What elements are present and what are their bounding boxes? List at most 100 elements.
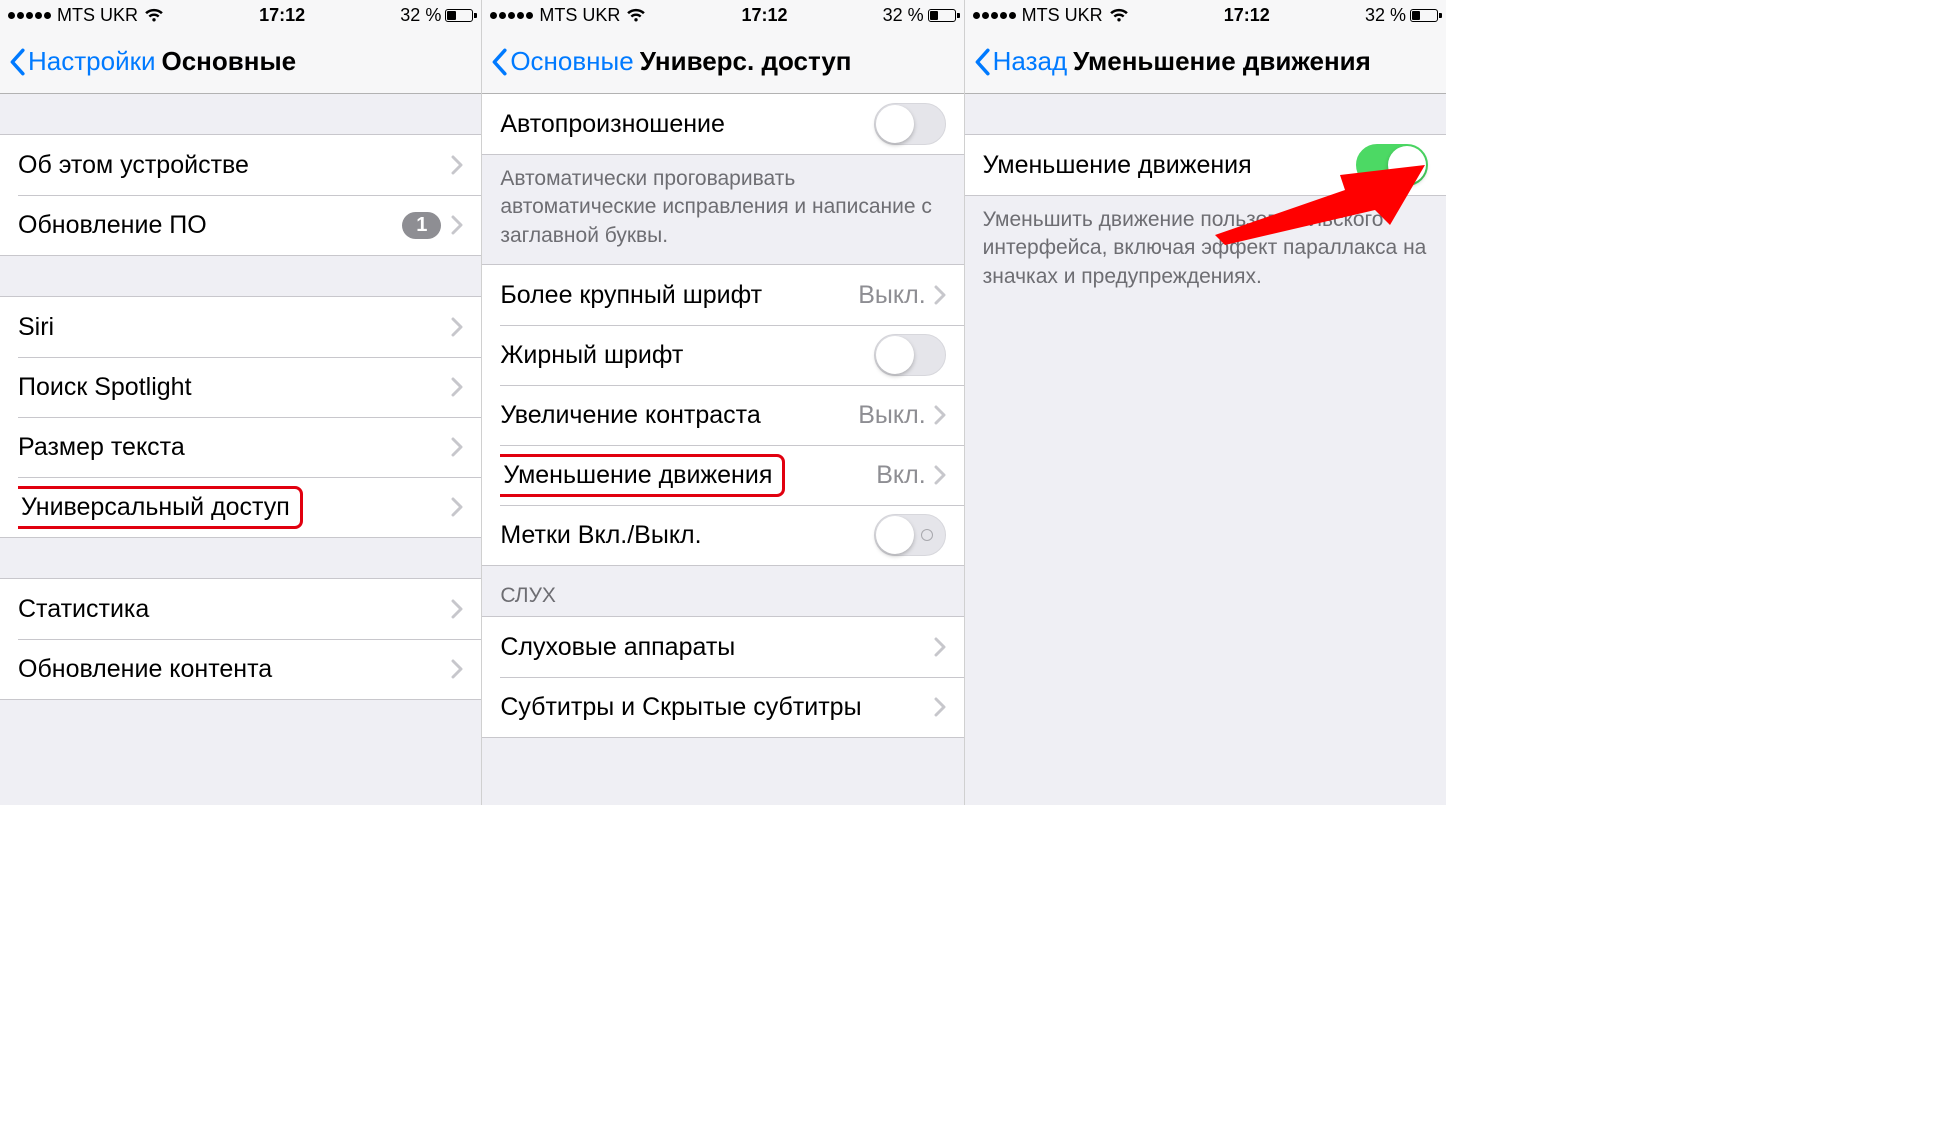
back-label: Назад (993, 46, 1068, 77)
row-reduce-motion[interactable]: Уменьшение движения Вкл. (482, 445, 963, 505)
chevron-right-icon (451, 155, 463, 175)
content: Автопроизношение Автоматически проговари… (482, 94, 963, 805)
row-label: Автопроизношение (500, 110, 873, 139)
group-display: Более крупный шрифт Выкл. Жирный шрифт У… (482, 264, 963, 566)
row-reduce-motion-toggle[interactable]: Уменьшение движения (965, 135, 1446, 195)
nav-title: Уменьшение движения (1073, 46, 1371, 77)
battery-percent: 32 % (400, 5, 441, 26)
chevron-right-icon (451, 659, 463, 679)
group-hearing: Слуховые аппараты Субтитры и Скрытые суб… (482, 616, 963, 738)
group-usage: Статистика Обновление контента (0, 578, 481, 700)
chevron-right-icon (934, 697, 946, 717)
row-label: Об этом устройстве (18, 151, 451, 180)
nav-title: Основные (162, 46, 297, 77)
clock: 17:12 (741, 5, 787, 26)
battery-icon (928, 9, 956, 22)
back-label: Основные (510, 46, 633, 77)
row-label: Метки Вкл./Выкл. (500, 521, 873, 550)
carrier-label: MTS UKR (539, 5, 620, 26)
row-label: Обновление контента (18, 655, 451, 684)
carrier-label: MTS UKR (57, 5, 138, 26)
panel-reduce-motion: MTS UKR 17:12 32 % Назад Уменьшение движ… (965, 0, 1446, 805)
row-larger-font[interactable]: Более крупный шрифт Выкл. (482, 265, 963, 325)
row-value: Выкл. (858, 281, 925, 310)
row-label: Слуховые аппараты (500, 633, 933, 662)
row-spotlight[interactable]: Поиск Spotlight (0, 357, 481, 417)
battery-percent: 32 % (883, 5, 924, 26)
row-auto-speech[interactable]: Автопроизношение (482, 94, 963, 154)
row-label: Более крупный шрифт (500, 281, 858, 310)
row-label: Статистика (18, 595, 451, 624)
status-bar: MTS UKR 17:12 32 % (0, 0, 481, 30)
chevron-right-icon (934, 405, 946, 425)
carrier-label: MTS UKR (1022, 5, 1103, 26)
row-label: Обновление ПО (18, 211, 402, 240)
chevron-right-icon (451, 497, 463, 517)
back-button[interactable]: Основные (490, 46, 633, 77)
battery-icon (1410, 9, 1438, 22)
signal-icon (973, 12, 1016, 19)
chevron-left-icon (490, 48, 508, 76)
content: Уменьшение движения Уменьшить движение п… (965, 94, 1446, 805)
row-about[interactable]: Об этом устройстве (0, 135, 481, 195)
signal-icon (8, 12, 51, 19)
row-label: Поиск Spotlight (18, 373, 451, 402)
panel-accessibility: MTS UKR 17:12 32 % Основные Универс. дос… (482, 0, 964, 805)
clock: 17:12 (259, 5, 305, 26)
nav-title: Универс. доступ (640, 46, 852, 77)
badge: 1 (402, 212, 441, 239)
battery-icon (445, 9, 473, 22)
toggle[interactable] (874, 514, 946, 556)
chevron-right-icon (934, 637, 946, 657)
chevron-right-icon (451, 215, 463, 235)
row-value: Выкл. (858, 401, 925, 430)
back-label: Настройки (28, 46, 156, 77)
chevron-right-icon (451, 377, 463, 397)
back-button[interactable]: Назад (973, 46, 1068, 77)
row-label: Увеличение контраста (500, 401, 858, 430)
group-device: Об этом устройстве Обновление ПО 1 (0, 134, 481, 256)
row-text-size[interactable]: Размер текста (0, 417, 481, 477)
row-statistics[interactable]: Статистика (0, 579, 481, 639)
content: Об этом устройстве Обновление ПО 1 Siri … (0, 94, 481, 805)
chevron-right-icon (934, 465, 946, 485)
nav-bar: Основные Универс. доступ (482, 30, 963, 94)
group-speech: Автопроизношение (482, 94, 963, 155)
row-label: Уменьшение движения (500, 454, 876, 497)
chevron-right-icon (934, 285, 946, 305)
status-bar: MTS UKR 17:12 32 % (482, 0, 963, 30)
row-background-refresh[interactable]: Обновление контента (0, 639, 481, 699)
chevron-right-icon (451, 599, 463, 619)
nav-bar: Настройки Основные (0, 30, 481, 94)
group-features: Siri Поиск Spotlight Размер текста Униве… (0, 296, 481, 538)
row-label: Siri (18, 313, 451, 342)
chevron-right-icon (451, 317, 463, 337)
toggle[interactable] (874, 334, 946, 376)
row-label: Субтитры и Скрытые субтитры (500, 693, 933, 722)
toggle[interactable] (874, 103, 946, 145)
row-label: Универсальный доступ (18, 486, 451, 529)
group-reduce-motion: Уменьшение движения (965, 134, 1446, 196)
chevron-left-icon (973, 48, 991, 76)
back-button[interactable]: Настройки (8, 46, 156, 77)
row-contrast[interactable]: Увеличение контраста Выкл. (482, 385, 963, 445)
chevron-right-icon (451, 437, 463, 457)
group-footer: Автоматически проговаривать автоматическ… (482, 155, 963, 264)
row-accessibility[interactable]: Универсальный доступ (0, 477, 481, 537)
row-software-update[interactable]: Обновление ПО 1 (0, 195, 481, 255)
group-header-hearing: СЛУХ (482, 566, 963, 616)
row-subtitles[interactable]: Субтитры и Скрытые субтитры (482, 677, 963, 737)
row-onoff-labels[interactable]: Метки Вкл./Выкл. (482, 505, 963, 565)
toggle[interactable] (1356, 144, 1428, 186)
chevron-left-icon (8, 48, 26, 76)
wifi-icon (144, 8, 164, 23)
row-bold-font[interactable]: Жирный шрифт (482, 325, 963, 385)
row-siri[interactable]: Siri (0, 297, 481, 357)
wifi-icon (1109, 8, 1129, 23)
wifi-icon (626, 8, 646, 23)
status-bar: MTS UKR 17:12 32 % (965, 0, 1446, 30)
row-value: Вкл. (876, 461, 925, 490)
clock: 17:12 (1224, 5, 1270, 26)
row-hearing-aid[interactable]: Слуховые аппараты (482, 617, 963, 677)
panel-general: MTS UKR 17:12 32 % Настройки Основные (0, 0, 482, 805)
